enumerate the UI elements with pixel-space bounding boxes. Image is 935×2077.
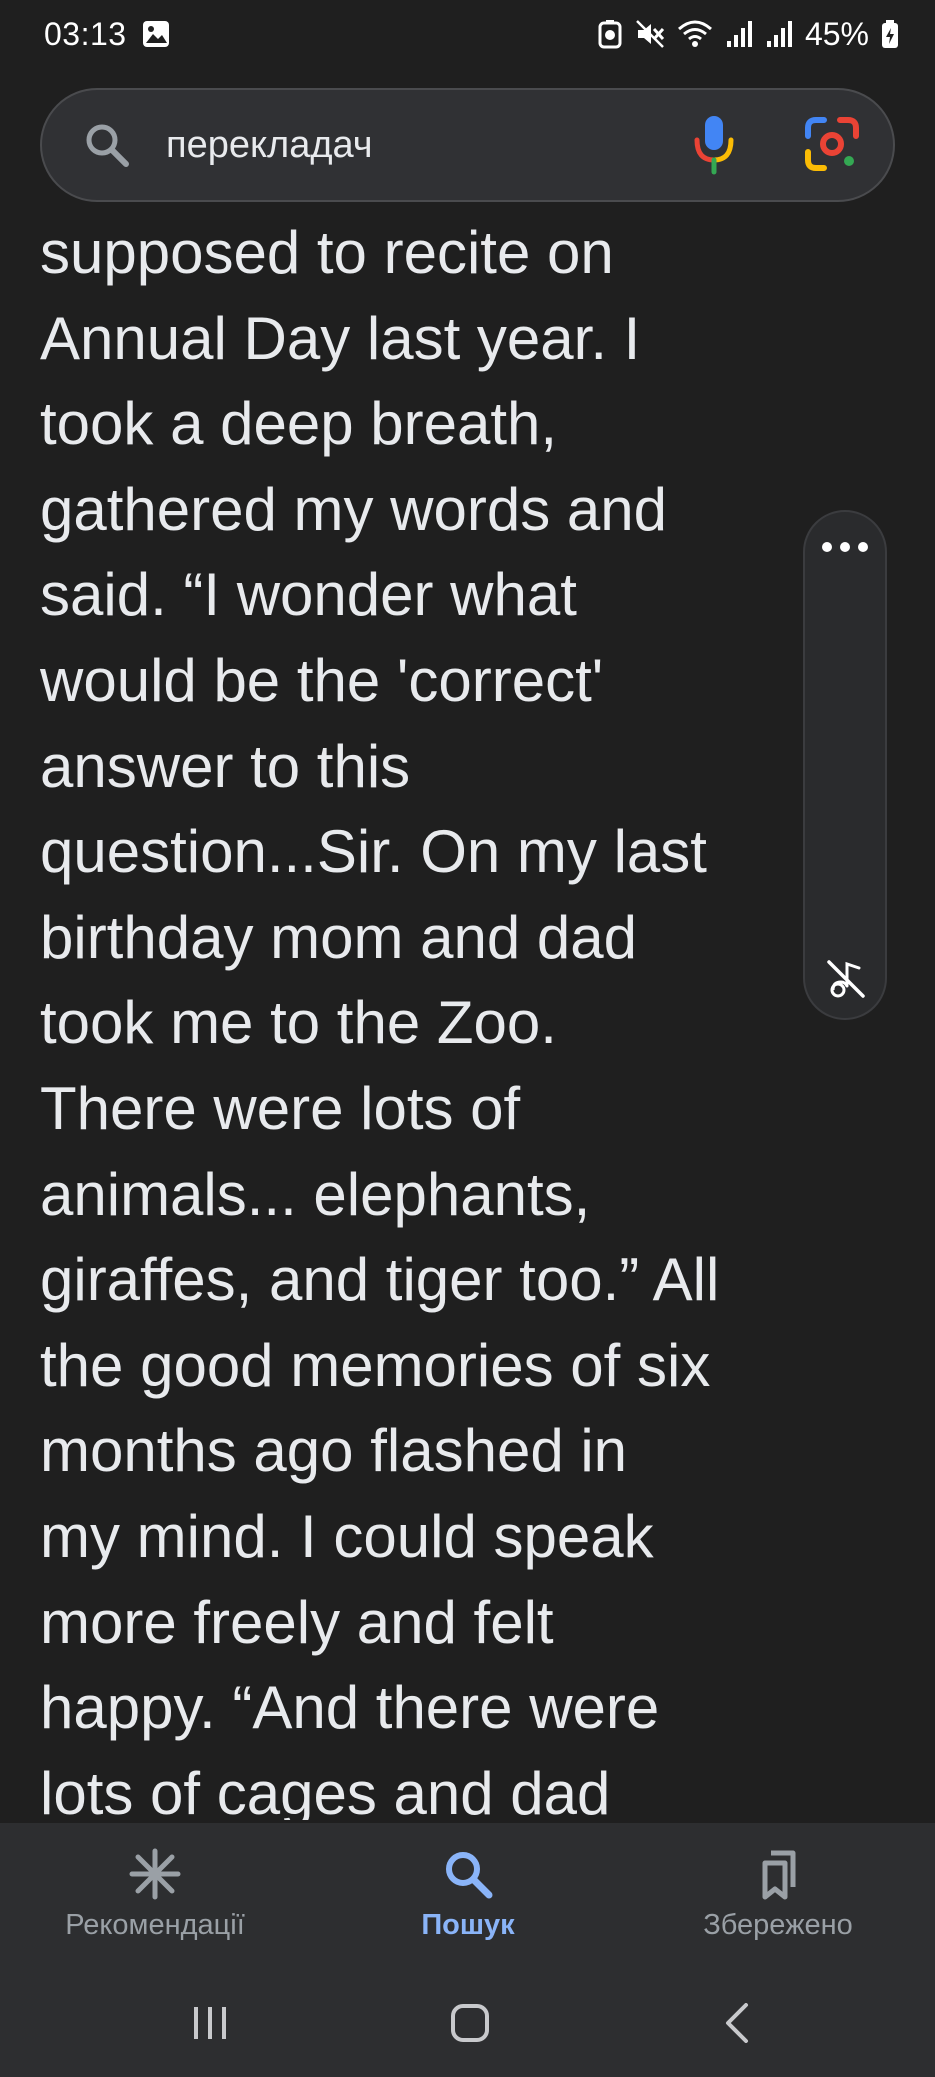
- status-left: 03:13: [44, 16, 171, 53]
- nav-item-recommendations[interactable]: Рекомендації: [5, 1845, 305, 1942]
- article-line: Annual Day last year. I: [40, 304, 641, 372]
- article-line: said. “I wonder what: [40, 561, 577, 629]
- article-line: birthday mom and dad: [40, 903, 638, 971]
- signal-icon: [765, 19, 793, 49]
- bookmarks-icon: [751, 1845, 805, 1903]
- article-line: answer to this: [40, 732, 411, 800]
- reader-side-panel: [803, 510, 887, 1020]
- status-time: 03:13: [44, 15, 127, 52]
- article-line: question...Sir. On my last: [40, 818, 707, 886]
- nav-item-search[interactable]: Пошук: [318, 1845, 618, 1942]
- recents-icon[interactable]: [190, 2003, 230, 2048]
- article-line: would be the 'correct': [40, 646, 604, 714]
- nav-item-saved[interactable]: Збережено: [628, 1845, 928, 1942]
- article-line: gathered my words and: [40, 475, 668, 543]
- battery-saver-icon: [597, 19, 623, 49]
- gallery-icon: [141, 19, 171, 49]
- article-line: the good memories of six: [40, 1331, 711, 1399]
- more-icon[interactable]: [805, 542, 885, 552]
- article-line: took a deep breath,: [40, 390, 558, 458]
- article-line: lots of cages and dad: [40, 1759, 611, 1820]
- battery-percent: 45%: [804, 15, 869, 52]
- mic-icon[interactable]: [692, 112, 736, 181]
- signal-icon: [725, 19, 753, 49]
- article-text: supposed to recite on Annual Day last ye…: [40, 210, 780, 1820]
- article-line: took me to the Zoo.: [40, 989, 557, 1057]
- bottom-nav: Рекомендації Пошук Збережено: [0, 1823, 935, 1973]
- nav-label: Пошук: [421, 1909, 515, 1941]
- search-icon: [82, 120, 132, 175]
- search-bar[interactable]: перекладач: [40, 88, 895, 202]
- wifi-icon: [677, 19, 713, 49]
- nav-label: Рекомендації: [65, 1909, 245, 1941]
- nav-label: Збережено: [703, 1909, 853, 1941]
- article-line: my mind. I could speak: [40, 1502, 654, 1570]
- mute-icon: [635, 19, 665, 49]
- status-right: 45%: [597, 16, 899, 53]
- back-icon[interactable]: [718, 2003, 758, 2048]
- article-line: There were lots of: [40, 1074, 521, 1142]
- battery-icon: [881, 19, 899, 49]
- home-icon[interactable]: [450, 2003, 490, 2048]
- search-header: перекладач: [0, 68, 935, 226]
- article-line: months ago flashed in: [40, 1417, 628, 1485]
- lens-icon[interactable]: [804, 116, 860, 177]
- asterisk-icon: [128, 1845, 182, 1903]
- status-bar: 03:13 45%: [0, 0, 935, 68]
- article-line: animals... elephants,: [40, 1160, 591, 1228]
- search-query[interactable]: перекладач: [166, 118, 373, 172]
- search-icon: [441, 1845, 495, 1903]
- article-line: happy. “And there were: [40, 1674, 660, 1742]
- article-line: more freely and felt: [40, 1588, 554, 1656]
- article-line: giraffes, and tiger too.” All: [40, 1246, 720, 1314]
- system-nav-bar: [0, 1973, 935, 2077]
- audio-off-icon[interactable]: [823, 956, 869, 1007]
